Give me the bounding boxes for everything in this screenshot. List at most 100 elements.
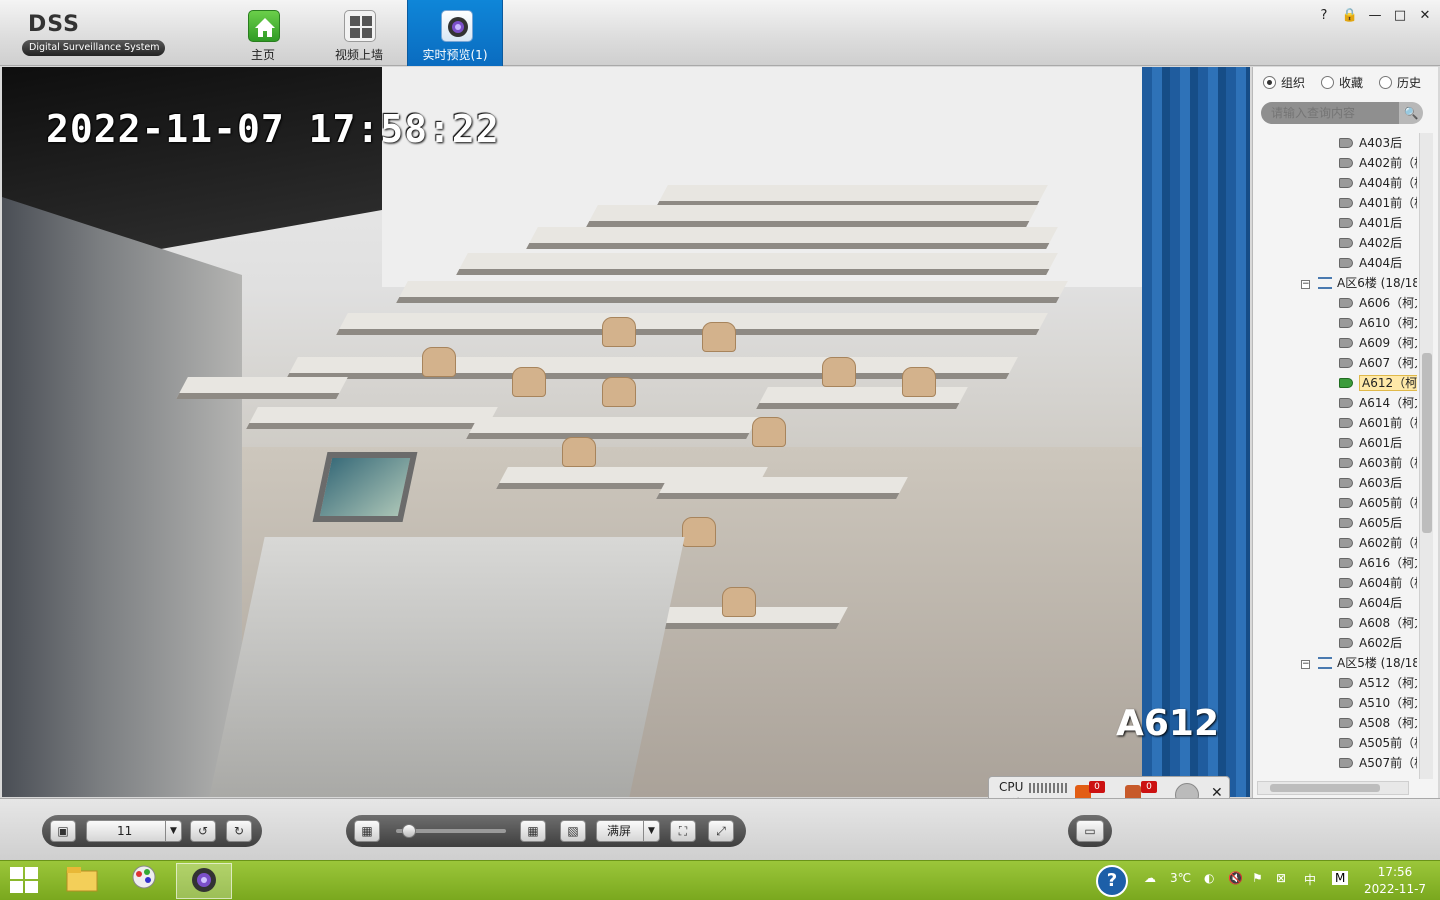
- tree-camera-item[interactable]: A505前（柯: [1339, 733, 1417, 753]
- camera-icon: [1339, 178, 1353, 188]
- collapse-icon[interactable]: −: [1301, 660, 1310, 669]
- radio-organization[interactable]: 组织: [1263, 75, 1305, 91]
- help-icon[interactable]: ?: [1313, 6, 1335, 26]
- tab-home[interactable]: 主页: [215, 0, 311, 66]
- layout-slider[interactable]: [396, 824, 506, 838]
- tree-camera-item[interactable]: A606（柯方: [1339, 293, 1417, 313]
- rotate-right-icon[interactable]: ↻: [226, 820, 252, 842]
- tab-video-wall[interactable]: 视频上墙: [311, 0, 407, 66]
- video-preview-window[interactable]: 2022-11-07 17:58:22 A612: [2, 67, 1250, 797]
- slider-knob[interactable]: [402, 824, 416, 838]
- radio-favorites-label: 收藏: [1339, 76, 1364, 90]
- scrollbar-thumb[interactable]: [1270, 784, 1380, 792]
- tree-camera-item[interactable]: A603后: [1339, 473, 1402, 493]
- tree-item-label: A403后: [1359, 136, 1403, 150]
- tree-item-label: A402后: [1359, 236, 1403, 250]
- help-tray-icon[interactable]: ?: [1096, 865, 1128, 897]
- windows-start-icon[interactable]: [10, 867, 40, 895]
- grid-view-icon[interactable]: ▦: [520, 820, 546, 842]
- tree-camera-item[interactable]: A616（柯方: [1339, 553, 1417, 573]
- tree-camera-item[interactable]: A402前（柯: [1339, 153, 1417, 173]
- lock-icon[interactable]: 🔒: [1339, 6, 1361, 26]
- single-view-icon[interactable]: ▦: [354, 820, 380, 842]
- collapse-icon[interactable]: −: [1301, 280, 1310, 289]
- tree-item-label: A610（柯方: [1359, 316, 1417, 330]
- camera-icon: [1339, 218, 1353, 228]
- custom-grid-icon[interactable]: ▧: [560, 820, 586, 842]
- tree-camera-item[interactable]: A608（柯方: [1339, 613, 1417, 633]
- camera-icon: [1339, 338, 1353, 348]
- security-tray-icon[interactable]: ⚑: [1252, 871, 1263, 885]
- search-input[interactable]: [1261, 102, 1421, 124]
- camera-icon: [1339, 518, 1353, 528]
- paint-app-icon[interactable]: [116, 863, 172, 899]
- tree-camera-item[interactable]: A603前（柯: [1339, 453, 1417, 473]
- system-clock[interactable]: 17:56 2022-11-7: [1358, 864, 1432, 898]
- monitor-icon[interactable]: ▭: [1076, 820, 1104, 842]
- rotate-left-icon[interactable]: ↺: [190, 820, 216, 842]
- tree-camera-item[interactable]: A402后: [1339, 233, 1402, 253]
- tree-camera-item[interactable]: A401后: [1339, 213, 1402, 233]
- tree-camera-item[interactable]: A512（柯方: [1339, 673, 1417, 693]
- file-explorer-icon[interactable]: [54, 863, 110, 899]
- network-status-icon[interactable]: ⊠: [1276, 871, 1286, 885]
- radio-favorites[interactable]: 收藏: [1321, 75, 1363, 91]
- tree-camera-item[interactable]: A601前（柯: [1339, 413, 1417, 433]
- tree-group[interactable]: − A区5楼 (18/18: [1301, 653, 1417, 673]
- network-tray-icon[interactable]: ◐: [1204, 871, 1214, 885]
- maximize-icon[interactable]: □: [1389, 6, 1411, 26]
- tree-camera-item[interactable]: A602前（柯: [1339, 533, 1417, 553]
- minimize-icon[interactable]: —: [1364, 6, 1386, 26]
- tree-camera-item[interactable]: A601后: [1339, 433, 1402, 453]
- tree-camera-item[interactable]: A614（柯方: [1339, 393, 1417, 413]
- radio-history[interactable]: 历史: [1379, 75, 1421, 91]
- tree-camera-item[interactable]: A401前（柯: [1339, 193, 1417, 213]
- tree-camera-item[interactable]: A610（柯方: [1339, 313, 1417, 333]
- tree-camera-item[interactable]: A508（柯方: [1339, 713, 1417, 733]
- camera-icon: [1339, 418, 1353, 428]
- tree-camera-item[interactable]: A609（柯方: [1339, 333, 1417, 353]
- cpu-meter: [1029, 783, 1069, 793]
- weather-temp: 3℃: [1170, 871, 1192, 885]
- tree-horizontal-scrollbar[interactable]: [1257, 781, 1409, 795]
- tab-live-preview-label: 实时预览(1): [422, 48, 488, 62]
- tree-camera-item[interactable]: A604后: [1339, 593, 1402, 613]
- camera-icon: [1339, 698, 1353, 708]
- weather-icon[interactable]: ☁: [1144, 871, 1156, 885]
- tree-camera-item[interactable]: A607（柯方: [1339, 353, 1417, 373]
- save-icon[interactable]: ▣: [50, 820, 76, 842]
- fill-mode-select[interactable]: 满屏 ▼: [596, 820, 660, 842]
- close-icon[interactable]: ✕: [1414, 6, 1436, 26]
- tree-camera-item[interactable]: A605后: [1339, 513, 1402, 533]
- expand-icon[interactable]: ⤢: [708, 820, 734, 842]
- fullscreen-icon[interactable]: ⛶: [670, 820, 696, 842]
- tree-item-label: A区6楼 (18/18: [1337, 276, 1417, 290]
- volume-muted-icon[interactable]: 🔇: [1228, 871, 1243, 885]
- chair: [602, 317, 636, 347]
- logo-subtitle: Digital Surveillance System: [22, 40, 165, 56]
- tree-camera-item[interactable]: A612（柯方: [1339, 373, 1417, 393]
- ime-mode-indicator[interactable]: M: [1332, 871, 1349, 885]
- input-method-indicator[interactable]: 中: [1304, 871, 1316, 888]
- tree-camera-item[interactable]: A604前（柯: [1339, 573, 1417, 593]
- tree-camera-item[interactable]: A404后: [1339, 253, 1402, 273]
- windows-taskbar: ? ☁ 3℃ ◐ 🔇 ⚑ ⊠ 中 M 17:56 2022-11-7: [0, 860, 1440, 900]
- tree-item-label: A608（柯方: [1359, 616, 1417, 630]
- search-icon[interactable]: 🔍: [1399, 102, 1423, 124]
- tree-camera-item[interactable]: A403后: [1339, 133, 1402, 153]
- tree-camera-item[interactable]: A605前（柯: [1339, 493, 1417, 513]
- layout-select[interactable]: 11 ▼: [86, 820, 182, 842]
- radio-dot: [1321, 76, 1334, 89]
- camera-icon: [1339, 318, 1353, 328]
- camera-icon: [1339, 198, 1353, 208]
- tree-camera-item[interactable]: A507前（柯: [1339, 753, 1417, 773]
- tree-camera-item[interactable]: A602后: [1339, 633, 1402, 653]
- tree-camera-item[interactable]: A404前（柯: [1339, 173, 1417, 193]
- camera-icon: [1339, 478, 1353, 488]
- tree-group[interactable]: − A区6楼 (18/18: [1301, 273, 1417, 293]
- tree-vertical-scrollbar[interactable]: [1419, 133, 1433, 779]
- scrollbar-thumb[interactable]: [1422, 353, 1432, 533]
- tree-camera-item[interactable]: A510（柯方: [1339, 693, 1417, 713]
- dss-taskbar-icon[interactable]: [176, 863, 232, 899]
- tab-live-preview[interactable]: 实时预览(1): [407, 0, 503, 66]
